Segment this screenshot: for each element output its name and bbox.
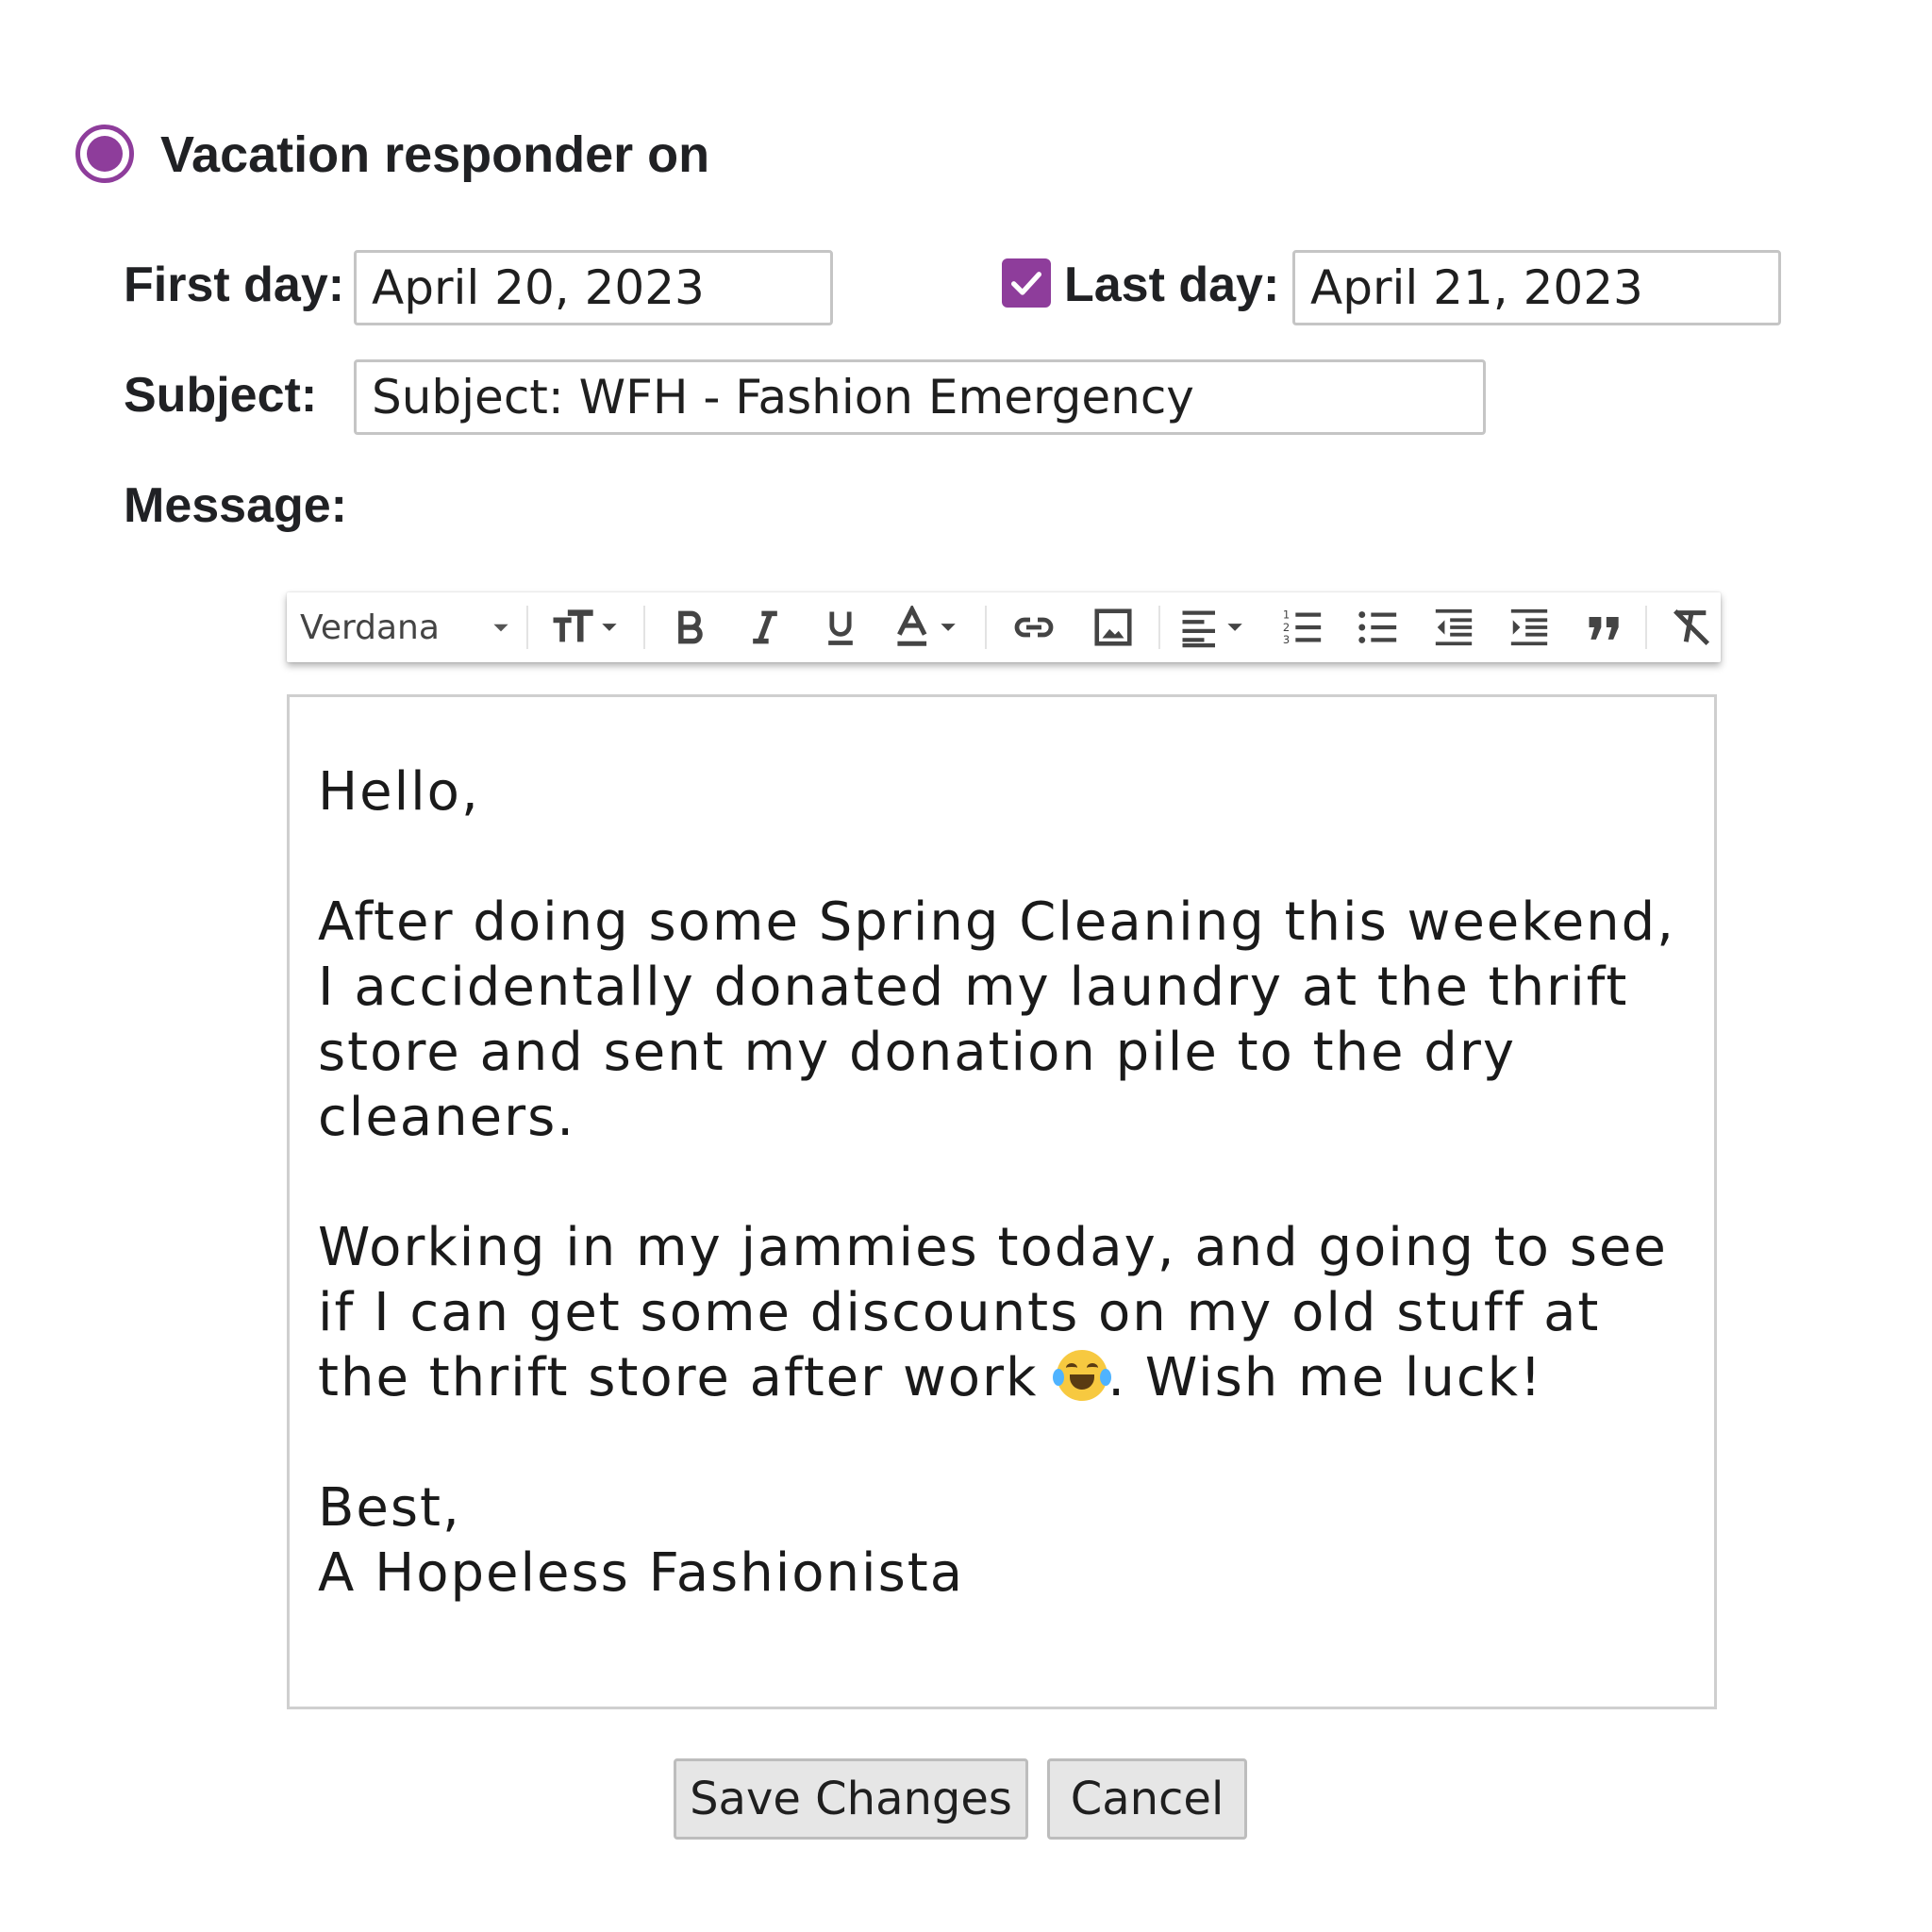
check-icon [1011,272,1041,295]
message-label: Message: [124,478,347,533]
subject-input[interactable]: Subject: WFH - Fashion Emergency [354,359,1486,435]
text-color-icon [897,606,956,646]
last-day-input[interactable]: April 21, 2023 [1292,250,1781,325]
align-icon [1182,610,1242,648]
message-editor[interactable]: Hello, After doing some Spring Cleaning … [287,694,1717,1709]
numbered-list-icon: 1 2 3 [1283,608,1322,646]
vacation-responder-label: Vacation responder on [160,126,710,183]
quote-icon [1589,617,1619,640]
bulleted-list-button[interactable] [1343,592,1413,662]
font-family-select[interactable]: Verdana [300,592,513,662]
last-day-label: Last day: [1064,258,1280,312]
message-signoff: Best, [318,1477,461,1539]
indent-less-button[interactable] [1419,592,1489,662]
font-family-value: Verdana [300,608,440,647]
message-greeting: Hello, [318,761,480,823]
indent-more-button[interactable] [1494,592,1564,662]
first-day-input[interactable]: April 20, 2023 [354,250,833,325]
underline-icon [828,611,853,645]
message-paragraph-1: After doing some Spring Cleaning this we… [318,891,1675,1148]
first-day-label: First day: [124,258,345,312]
text-color-button[interactable] [883,592,974,662]
save-changes-button[interactable]: Save Changes [674,1758,1028,1840]
formatting-toolbar: Verdana 1 2 3 [287,592,1721,662]
svg-text:1: 1 [1283,608,1290,621]
radio-selected-dot [87,136,123,172]
font-size-button[interactable] [541,592,630,662]
message-paragraph-2: Working in my jammies today, and going t… [318,1215,1695,1410]
underline-button[interactable] [808,592,874,662]
bold-icon [678,610,703,644]
remove-formatting-icon [1673,608,1710,646]
svg-text:3: 3 [1283,633,1290,646]
face-with-tears-of-joy-icon [1053,1350,1112,1401]
link-icon [1014,617,1054,638]
image-icon [1094,608,1132,646]
message-body: Hello, After doing some Spring Cleaning … [318,759,1695,1606]
message-paragraph-2-end: . Wish me luck! [1108,1347,1543,1408]
svg-text:2: 2 [1283,621,1290,634]
quote-button[interactable] [1570,592,1640,662]
bulleted-list-icon [1358,611,1397,643]
vacation-responder-radio[interactable] [75,125,134,183]
italic-button[interactable] [732,592,798,662]
message-signature: A Hopeless Fashionista [318,1542,965,1604]
numbered-list-button[interactable]: 1 2 3 [1268,592,1338,662]
remove-formatting-button[interactable] [1657,592,1726,662]
italic-icon [753,610,777,644]
insert-link-button[interactable] [996,592,1072,662]
indent-more-icon [1510,608,1548,646]
bold-button[interactable] [657,592,723,662]
indent-less-icon [1435,608,1473,646]
font-size-icon [553,609,617,642]
last-day-checkbox[interactable] [1002,258,1051,308]
align-button[interactable] [1170,592,1260,662]
subject-label: Subject: [124,368,318,423]
cancel-button[interactable]: Cancel [1047,1758,1247,1840]
chevron-down-icon [493,624,508,632]
insert-image-button[interactable] [1075,592,1151,662]
